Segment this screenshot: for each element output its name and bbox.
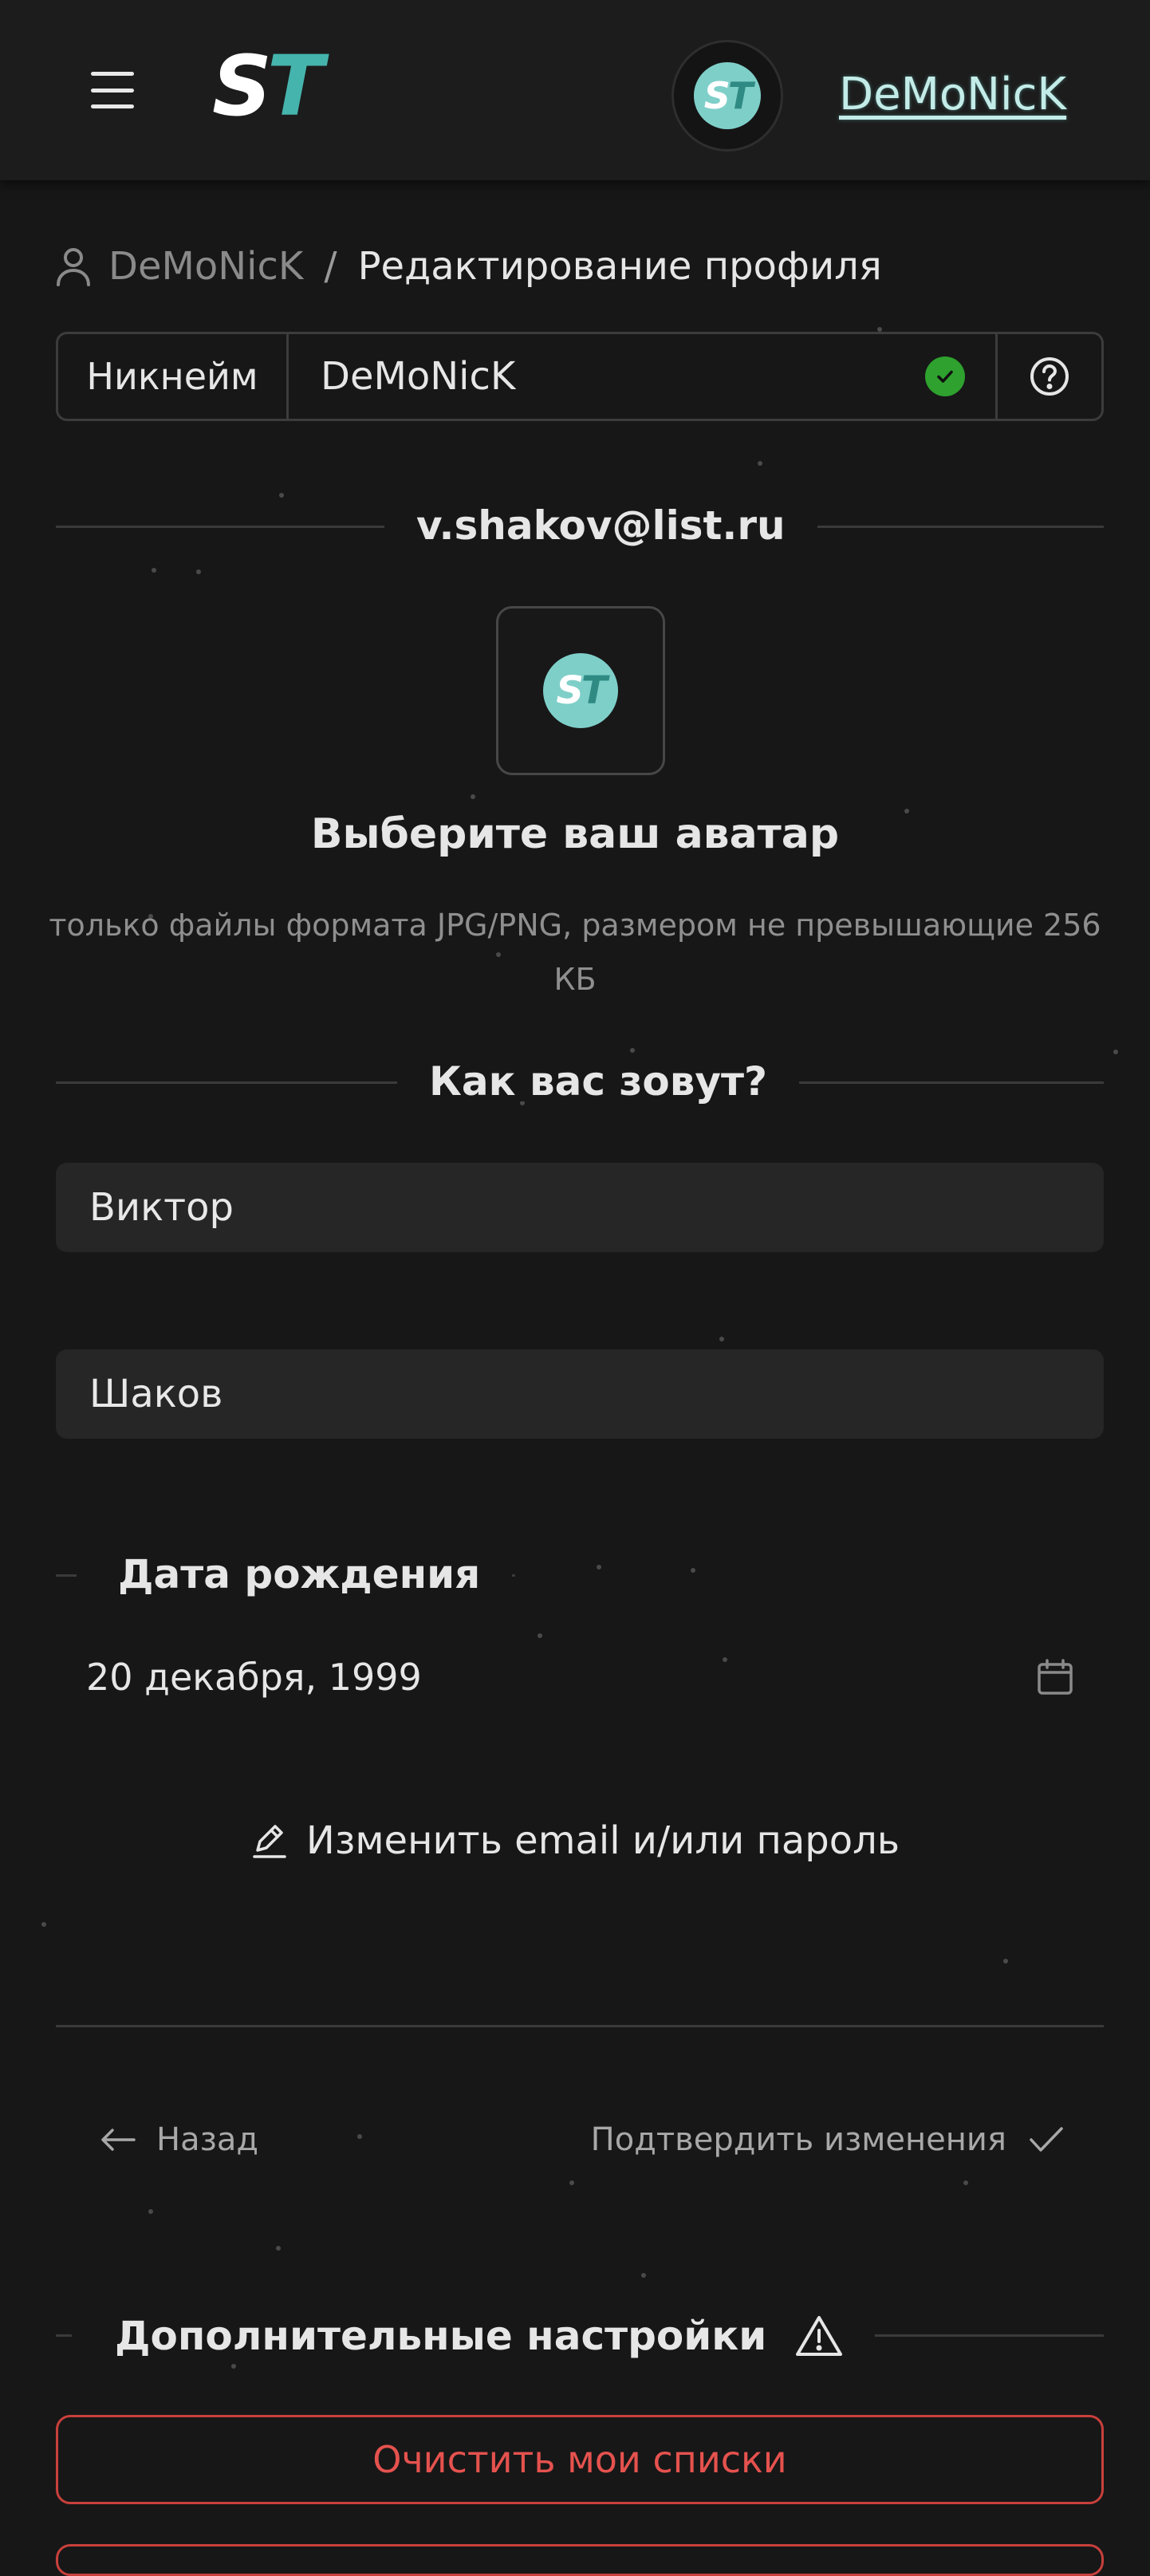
extra-settings-title: Дополнительные настройки [83,2313,876,2359]
divider [56,2025,1104,2027]
header-avatar[interactable]: ST [671,40,783,152]
nickname-value: DeMoNicK [321,354,516,399]
divider [56,1574,77,1577]
nickname-label: Никнейм [58,334,289,419]
back-label: Назад [156,2121,259,2158]
divider [56,2334,72,2337]
top-navbar: ST ST DeMoNicK [0,0,1150,180]
clear-lists-button[interactable]: Очистить мои списки [56,2415,1104,2504]
arrow-left-icon [101,2129,136,2151]
nickname-field[interactable]: DeMoNicK [289,334,998,419]
breadcrumb-current: Редактирование профиля [357,244,882,289]
form-actions: Назад Подтвердить изменения [100,2121,1064,2158]
calendar-icon[interactable] [1037,1659,1073,1696]
avatar-title: Выберите ваш аватар [310,810,840,858]
change-credentials-button[interactable]: Изменить email и/или пароль [0,1818,1150,1863]
breadcrumb-separator: / [324,244,337,289]
confirm-changes-button[interactable]: Подтвердить изменения [591,2121,1064,2158]
birthday-value: 20 декабря, 1999 [86,1656,422,1699]
site-logo[interactable]: ST [212,45,324,128]
nickname-input-group: Никнейм DeMoNicK [56,332,1104,421]
extra-settings-label: Дополнительные настройки [115,2313,767,2359]
back-button[interactable]: Назад [100,2121,258,2158]
check-icon [1030,2127,1063,2152]
birthday-date-picker[interactable]: 20 декабря, 1999 [86,1656,1073,1699]
breadcrumb: DeMoNicK / Редактирование профиля [56,244,882,289]
name-section-title: Как вас зовут? [397,1062,799,1101]
question-circle-icon[interactable] [998,334,1101,419]
user-icon [57,248,90,286]
check-circle-icon [925,356,965,396]
pencil-icon [253,1825,286,1858]
confirm-label: Подтвердить изменения [590,2121,1006,2158]
danger-button-partial[interactable] [56,2544,1104,2576]
warning-icon [796,2316,843,2356]
avatar-upload-button[interactable]: ST [496,606,665,775]
divider [837,2334,1104,2337]
first-name-input[interactable]: Виктор [56,1163,1104,1252]
hamburger-icon[interactable] [91,72,134,108]
avatar-image: ST [543,653,618,728]
birthday-title: Дата рождения [86,1554,513,1594]
header-username-link[interactable]: DeMoNicK [839,69,1066,120]
email-heading: v.shakov@list.ru [384,506,817,546]
last-name-input[interactable]: Шаков [56,1349,1104,1439]
avatar-image: ST [694,62,761,129]
breadcrumb-user-link[interactable]: DeMoNicK [108,244,303,289]
change-credentials-label: Изменить email и/или пароль [305,1818,900,1863]
avatar-hint: только файлы формата JPG/PNG, размером н… [49,908,1101,997]
